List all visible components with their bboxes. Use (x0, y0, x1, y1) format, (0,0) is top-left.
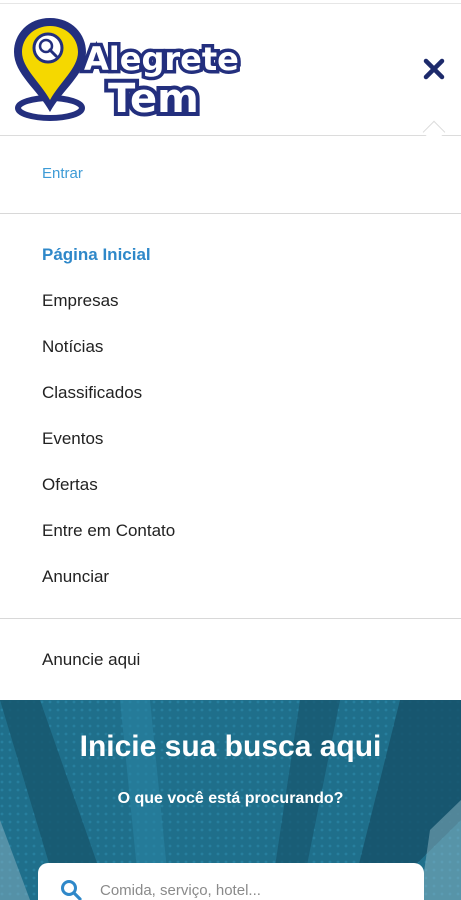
site-logo[interactable]: Alegrete Tem (10, 12, 250, 124)
search-input[interactable] (100, 875, 400, 900)
nav-item-eventos[interactable]: Eventos (42, 429, 103, 449)
nav-item-ofertas[interactable]: Ofertas (42, 475, 98, 495)
nav-item-noticias[interactable]: Notícias (42, 337, 103, 357)
search-icon[interactable] (60, 879, 82, 900)
site-header: Alegrete Tem (0, 4, 461, 136)
logo-mark: Alegrete Tem (14, 18, 242, 124)
login-section: Entrar (0, 137, 461, 214)
search-box (38, 863, 424, 900)
nav-item-pagina-inicial[interactable]: Página Inicial (42, 245, 151, 265)
search-hero: Inicie sua busca aqui O que você está pr… (0, 700, 461, 900)
main-nav: Página Inicial Empresas Notícias Classif… (0, 215, 461, 619)
nav-item-anunciar[interactable]: Anunciar (42, 567, 109, 587)
hero-subtitle: O que você está procurando? (117, 790, 344, 807)
close-menu-button[interactable] (421, 56, 447, 82)
close-icon (423, 58, 445, 80)
nav-item-classificados[interactable]: Classificados (42, 383, 142, 403)
login-link[interactable]: Entrar (42, 165, 83, 182)
hero-title: Inicie sua busca aqui (79, 730, 382, 763)
logo-text-line2: Tem (108, 76, 199, 122)
logo-text-line1: Alegrete (84, 40, 239, 78)
nav-item-empresas[interactable]: Empresas (42, 291, 119, 311)
nav-item-entre-em-contato[interactable]: Entre em Contato (42, 521, 175, 541)
anuncie-aqui-link[interactable]: Anuncie aqui (42, 650, 140, 670)
